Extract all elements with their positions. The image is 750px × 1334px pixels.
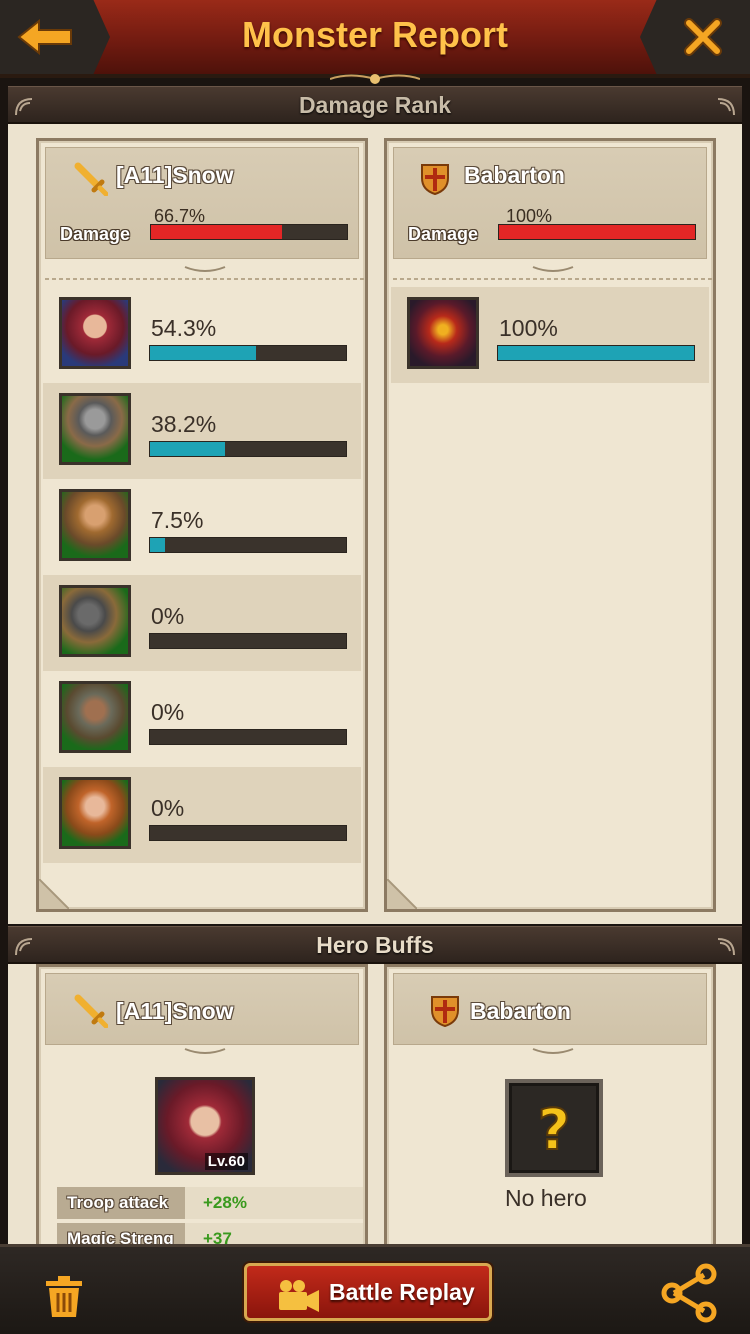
monster-damage-bar <box>497 345 695 361</box>
defender-buffs-header: Babarton <box>393 973 707 1045</box>
battle-replay-button[interactable]: Battle Replay <box>244 1263 492 1321</box>
hero-damage-bar <box>149 729 347 745</box>
hero-damage-percent: 0% <box>151 699 185 725</box>
trash-icon[interactable] <box>44 1275 84 1319</box>
attacker-buffs-header: [A11]Snow <box>45 973 359 1045</box>
defender-damage-panel: Babarton 100% Damage 100% <box>384 138 716 912</box>
buff-row: Troop attack +28% <box>57 1187 363 1219</box>
hero-damage-row[interactable]: 0% <box>43 671 361 767</box>
defender-name: Babarton <box>470 998 571 1024</box>
shield-icon <box>421 164 449 196</box>
hero-damage-bar <box>149 441 347 457</box>
page-title: Monster Report <box>241 14 508 55</box>
hero-portrait <box>59 777 131 849</box>
damage-label: Damage <box>60 224 131 244</box>
corner-ornament-icon <box>15 98 33 116</box>
buff-value: +28% <box>185 1187 363 1219</box>
damage-label: Damage <box>408 224 479 244</box>
hero-damage-percent: 0% <box>151 603 185 629</box>
corner-ornament-icon <box>15 938 33 956</box>
hero-damage-bar <box>149 345 347 361</box>
defender-buffs-panel: Babarton ? No hero <box>384 964 716 1264</box>
page-curl-decoration <box>39 879 69 909</box>
share-icon[interactable] <box>660 1263 720 1323</box>
monster-damage-percent: 100% <box>499 315 558 341</box>
shield-icon <box>431 996 459 1028</box>
svg-text:?: ? <box>538 1098 570 1163</box>
header-ornament <box>330 74 420 84</box>
monster-portrait <box>407 297 479 369</box>
empty-hero-slot: ? <box>505 1079 603 1177</box>
defender-header: Babarton 100% Damage <box>393 147 707 259</box>
sword-icon <box>74 162 108 196</box>
hero-portrait <box>59 489 131 561</box>
panel-divider <box>184 1048 226 1054</box>
hero-damage-row[interactable]: 54.3% <box>43 287 361 383</box>
attacker-name: [A11]Snow <box>116 162 234 188</box>
attacker-damage-panel: [A11]Snow 66.7% Damage 54.3% 38.2% 7.5% … <box>36 138 368 912</box>
buff-label: Troop attack <box>57 1187 185 1219</box>
hero-damage-row[interactable]: 0% <box>43 575 361 671</box>
bottom-toolbar: Battle Replay <box>0 1244 750 1334</box>
hero-buffs-bar: Hero Buffs <box>8 926 742 964</box>
hero-damage-row[interactable]: 0% <box>43 767 361 863</box>
no-hero-text: No hero <box>505 1185 587 1211</box>
close-button[interactable] <box>668 8 738 66</box>
defender-name: Babarton <box>464 162 565 188</box>
hero-portrait <box>59 585 131 657</box>
corner-ornament-icon <box>717 98 735 116</box>
attacker-header: [A11]Snow 66.7% Damage <box>45 147 359 259</box>
hero-damage-percent: 0% <box>151 795 185 821</box>
damage-rank-title: Damage Rank <box>298 92 452 118</box>
sword-icon <box>74 994 108 1028</box>
hero-buffs-title: Hero Buffs <box>316 932 434 958</box>
header-bar: Monster Report <box>0 0 750 78</box>
hero-damage-percent: 38.2% <box>151 411 217 437</box>
close-icon <box>684 18 722 56</box>
panel-divider <box>45 266 365 280</box>
hero-level: Lv.60 <box>204 1153 248 1170</box>
panel-divider <box>393 266 713 280</box>
hero-damage-row[interactable]: 38.2% <box>43 383 361 479</box>
question-mark-icon: ? <box>537 1097 571 1164</box>
hero-damage-percent: 54.3% <box>151 315 217 341</box>
hero-portrait <box>59 393 131 465</box>
defender-damage-bar <box>498 224 696 240</box>
damage-rank-bar: Damage Rank <box>8 86 742 124</box>
attacker-buffs-panel: [A11]Snow Lv.60 Troop attack +28% Magic … <box>36 964 368 1264</box>
corner-ornament-icon <box>717 938 735 956</box>
hero-portrait <box>59 681 131 753</box>
page-curl-decoration <box>387 879 417 909</box>
attacker-damage-bar <box>150 224 348 240</box>
hero-damage-row[interactable]: 7.5% <box>43 479 361 575</box>
panel-divider <box>532 1048 574 1054</box>
hero-damage-percent: 7.5% <box>151 507 204 533</box>
battle-replay-label: Battle Replay <box>329 1279 475 1305</box>
hero-damage-bar <box>149 633 347 649</box>
video-camera-icon <box>279 1280 319 1312</box>
hero-portrait <box>59 297 131 369</box>
attacker-name: [A11]Snow <box>116 998 234 1024</box>
hero-damage-bar <box>149 825 347 841</box>
monster-damage-row[interactable]: 100% <box>391 287 709 383</box>
hero-damage-bar <box>149 537 347 553</box>
hero-portrait[interactable]: Lv.60 <box>155 1077 255 1175</box>
